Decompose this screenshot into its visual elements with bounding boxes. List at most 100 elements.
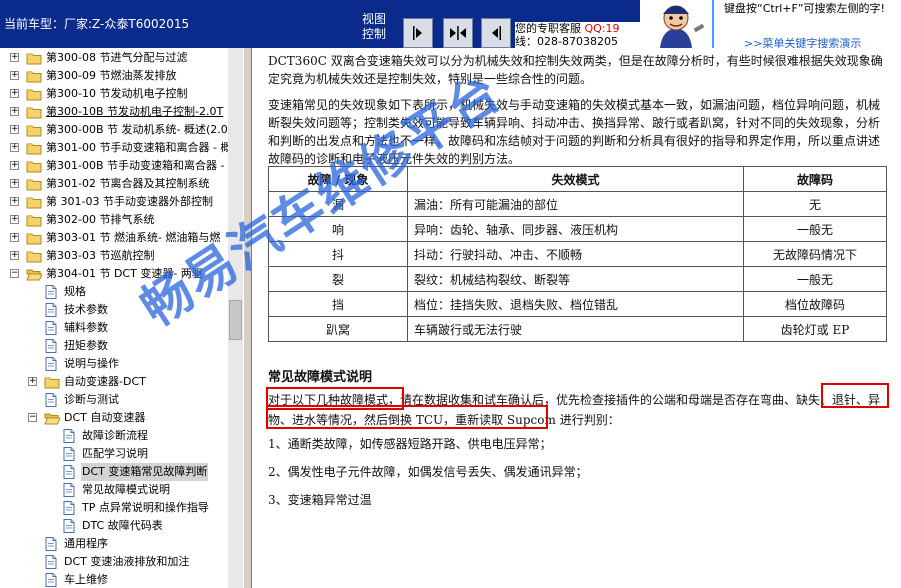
table-cell: 一般无: [743, 216, 887, 242]
tree-item[interactable]: + 第301-00 节手动变速箱和离合器 - 概: [0, 139, 228, 157]
tree-item[interactable]: 通用程序: [0, 535, 228, 553]
table-cell: 一般无: [743, 266, 887, 292]
tree-item[interactable]: 辅料参数: [0, 319, 228, 337]
tree-item[interactable]: DCT 变速油液排放和加注: [0, 553, 228, 571]
tree-item-label: 第300-00B 节 发动机系统- 概述(2.0: [46, 123, 228, 136]
expand-icon[interactable]: +: [28, 377, 37, 386]
arrow-right-icon: [413, 26, 422, 40]
tree-item[interactable]: − DCT 自动变速器: [0, 409, 228, 427]
highlight-box: [266, 405, 548, 429]
tree-item[interactable]: + 自动变速器-DCT: [0, 373, 228, 391]
tree-item-label: 车上维修: [64, 573, 108, 586]
arrow-left-icon: [492, 26, 501, 40]
table-row: 裂裂纹：机械结构裂纹、断裂等 一般无: [268, 266, 887, 292]
tree-item[interactable]: + 第300-09 节燃油蒸发排放: [0, 67, 228, 85]
expand-icon[interactable]: +: [10, 53, 19, 62]
sidebar-scrollbar-thumb[interactable]: [229, 300, 242, 340]
tree-item-label: 匹配学习说明: [82, 447, 148, 460]
table-cell: 抖动：行驶抖动、冲击、不顺畅: [407, 241, 744, 267]
tree-item[interactable]: + 第 301-03 节手动变速器外部控制: [0, 193, 228, 211]
customer-service-info: 您的专职客服 QQ:19 线：028-87038205: [515, 22, 640, 48]
table-cell: 漏油：所有可能漏油的部位: [407, 191, 744, 217]
expand-icon[interactable]: +: [10, 143, 19, 152]
expand-icon[interactable]: +: [10, 89, 19, 98]
search-hint-text: 键盘按“Ctrl+F”可搜索左侧的字!: [724, 2, 885, 15]
expand-icon[interactable]: +: [10, 107, 19, 116]
tree-item-label: 第302-00 节排气系统: [46, 213, 155, 226]
split-arrows-icon: [450, 26, 466, 40]
table-cell: 裂纹：机械结构裂纹、断裂等: [407, 266, 744, 292]
table-row: 响异响：齿轮、轴承、同步器、液压机构 一般无: [268, 216, 887, 242]
list-item: 2、偶发性电子元件故障，如偶发信号丢失、偶发通讯异常；: [268, 465, 588, 479]
table-row: 趴窝 车辆跛行或无法行驶 齿轮灯或 EP: [268, 316, 887, 342]
expand-icon[interactable]: +: [10, 233, 19, 242]
search-demo-link[interactable]: >>菜单关键字搜索演示: [744, 35, 861, 48]
tree-item-label: TP 点异常说明和操作指导: [82, 501, 209, 514]
table-cell: 无故障码情况下: [743, 241, 887, 267]
tree-item-label: 自动变速器-DCT: [64, 375, 146, 388]
tree-item[interactable]: TP 点异常说明和操作指导: [0, 499, 228, 517]
collapse-icon[interactable]: −: [10, 269, 19, 278]
tree-item[interactable]: 扭矩参数: [0, 337, 228, 355]
tree-item[interactable]: + 第300-08 节进气分配与过滤: [0, 49, 228, 67]
expand-icon[interactable]: +: [10, 125, 19, 134]
tree-item[interactable]: 说明与操作: [0, 355, 228, 373]
tree-item[interactable]: 车上维修: [0, 571, 228, 588]
list-item: 1、通断类故障，如传感器短路开路、供电电压异常；: [268, 437, 552, 451]
tree-item[interactable]: + 第300-10 节发动机电子控制: [0, 85, 228, 103]
expand-icon[interactable]: +: [10, 161, 19, 170]
table-cell: 齿轮灯或 EP: [743, 316, 887, 342]
tree-item-label: 辅料参数: [64, 321, 108, 334]
expand-icon[interactable]: +: [10, 215, 19, 224]
tree-item-label: 第300-10 节发动机电子控制: [46, 87, 188, 100]
table-header-cell: 故障码: [743, 166, 887, 192]
sidebar-scrollbar[interactable]: [228, 48, 243, 588]
service-label: 您的专职客服: [515, 22, 581, 35]
table-row: 挡档位：挂挡失败、退档失败、档位错乱 档位故障码: [268, 291, 887, 317]
table-cell: 无: [743, 191, 887, 217]
show-left-pane-button[interactable]: [403, 18, 433, 48]
tree-item[interactable]: 故障诊断流程: [0, 427, 228, 445]
tree-item[interactable]: 匹配学习说明: [0, 445, 228, 463]
table-cell: 异响：齿轮、轴承、同步器、液压机构: [407, 216, 744, 242]
expand-icon[interactable]: +: [10, 179, 19, 188]
tree-item-label: 第301-02 节离合器及其控制系统: [46, 177, 210, 190]
service-qq[interactable]: QQ:19: [585, 22, 620, 35]
tree-item-label: DCT 变速箱常见故障判断: [81, 463, 209, 481]
pane-splitter[interactable]: [243, 48, 252, 588]
tree-item[interactable]: + 第300-10B 节发动机电子控制-2.0T: [0, 103, 228, 121]
table-cell: 车辆跛行或无法行驶: [407, 316, 744, 342]
show-right-pane-button[interactable]: [481, 18, 511, 48]
tree-item-label: 技术参数: [64, 303, 108, 316]
tree-item[interactable]: DCT 变速箱常见故障判断: [0, 463, 228, 481]
tree-item-label: 故障诊断流程: [82, 429, 148, 442]
section-title: 常见故障模式说明: [268, 370, 373, 385]
tree-item-label: 说明与操作: [64, 357, 119, 370]
tree-item[interactable]: + 第301-02 节离合器及其控制系统: [0, 175, 228, 193]
tree-item-label: DTC 故障代码表: [82, 519, 163, 532]
tree-item-label: 第303-03 节巡航控制: [46, 249, 155, 262]
tree-item[interactable]: 常见故障模式说明: [0, 481, 228, 499]
top-toolbar: 当前车型：厂家:Z-众泰T6002015 视图控制 您的专职客服 QQ:19 线…: [0, 0, 901, 48]
tree-item-label: 规格: [64, 285, 86, 298]
expand-icon[interactable]: +: [10, 197, 19, 206]
table-cell: 挡: [268, 291, 408, 317]
tree-item-label: 常见故障模式说明: [82, 483, 170, 496]
tree-item[interactable]: DTC 故障代码表: [0, 517, 228, 535]
tree-item-label: 第 301-03 节手动变速器外部控制: [46, 195, 213, 208]
tree-item-label: 扭矩参数: [64, 339, 108, 352]
tree-item[interactable]: + 第302-00 节排气系统: [0, 211, 228, 229]
tree-item-label: DCT 自动变速器: [64, 411, 146, 424]
tree-item-label: 第301-00B 节手动变速箱和离合器 -: [46, 159, 225, 172]
expand-icon[interactable]: +: [10, 71, 19, 80]
show-both-panes-button[interactable]: [443, 18, 473, 48]
expand-icon[interactable]: +: [10, 251, 19, 260]
tree-item[interactable]: + 第300-00B 节 发动机系统- 概述(2.0: [0, 121, 228, 139]
tree-item-label: DCT 变速油液排放和加注: [64, 555, 190, 568]
collapse-icon[interactable]: −: [28, 413, 37, 422]
table-header-cell: 失效模式: [407, 166, 744, 192]
current-car-model: 当前车型：厂家:Z-众泰T6002015: [4, 17, 190, 31]
tree-item[interactable]: + 第301-00B 节手动变速箱和离合器 -: [0, 157, 228, 175]
tree-item[interactable]: 诊断与测试: [0, 391, 228, 409]
highlight-box: [821, 383, 889, 408]
